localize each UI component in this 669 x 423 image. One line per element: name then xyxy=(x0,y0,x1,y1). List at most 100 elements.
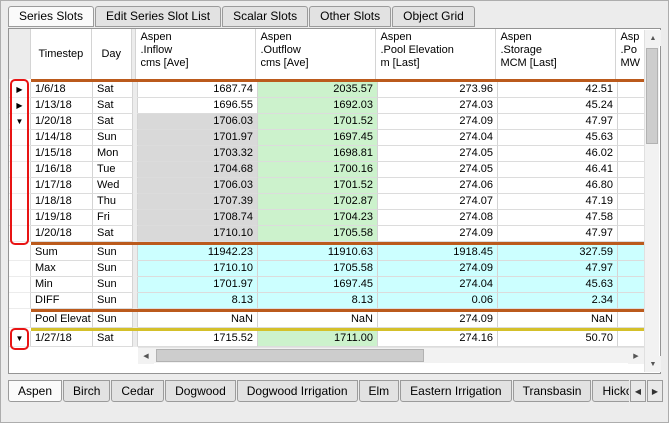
timestep-cell[interactable]: Sum xyxy=(31,245,93,261)
value-cell[interactable]: 273.96 xyxy=(378,82,498,98)
row-expand-arrow[interactable]: ▶ xyxy=(9,82,31,98)
value-cell[interactable]: 8.13 xyxy=(258,293,378,309)
value-cell[interactable]: 47.97 xyxy=(498,114,618,130)
tab-edit-series-slot-list[interactable]: Edit Series Slot List xyxy=(95,6,221,27)
value-cell[interactable]: NaN xyxy=(498,312,618,328)
value-cell[interactable]: 45.63 xyxy=(498,277,618,293)
value-cell[interactable]: 1707.39 xyxy=(138,194,258,210)
value-cell[interactable]: 274.09 xyxy=(378,312,498,328)
value-cell[interactable]: 8.13 xyxy=(138,293,258,309)
timestep-cell[interactable]: 1/18/18 xyxy=(31,194,93,210)
value-cell[interactable]: 1697.45 xyxy=(258,277,378,293)
value-cell[interactable]: 11942.23 xyxy=(138,245,258,261)
value-cell[interactable]: 11910.63 xyxy=(258,245,378,261)
object-tab-birch[interactable]: Birch xyxy=(63,380,110,402)
day-cell[interactable]: Sun xyxy=(93,245,133,261)
value-cell[interactable]: 1703.32 xyxy=(138,146,258,162)
value-cell[interactable]: 1704.23 xyxy=(258,210,378,226)
value-cell[interactable]: 47.97 xyxy=(498,261,618,277)
object-tab-cedar[interactable]: Cedar xyxy=(111,380,164,402)
timestep-cell[interactable]: 1/17/18 xyxy=(31,178,93,194)
object-tab-eastern-irrigation[interactable]: Eastern Irrigation xyxy=(400,380,511,402)
timestep-cell[interactable]: Pool Elevat xyxy=(31,312,93,328)
object-tab-elm[interactable]: Elm xyxy=(359,380,400,402)
value-cell[interactable]: 1701.97 xyxy=(138,130,258,146)
timestep-cell[interactable]: 1/14/18 xyxy=(31,130,93,146)
value-cell[interactable]: 1710.10 xyxy=(138,226,258,242)
object-tab-aspen[interactable]: Aspen xyxy=(8,380,62,402)
value-cell[interactable]: 2.34 xyxy=(498,293,618,309)
day-cell[interactable]: Tue xyxy=(93,162,133,178)
value-cell[interactable]: 274.04 xyxy=(378,277,498,293)
value-cell[interactable]: 274.09 xyxy=(378,114,498,130)
value-cell[interactable]: NaN xyxy=(258,312,378,328)
value-cell[interactable]: 1697.45 xyxy=(258,130,378,146)
day-cell[interactable]: Fri xyxy=(93,210,133,226)
value-cell[interactable]: 1692.03 xyxy=(258,98,378,114)
tab-scroll-right-button[interactable]: ▶ xyxy=(647,380,663,402)
object-tab-dogwood[interactable]: Dogwood xyxy=(165,380,236,402)
row-expand-arrow[interactable]: ▼ xyxy=(9,331,31,347)
value-cell[interactable]: 47.97 xyxy=(498,226,618,242)
value-cell[interactable]: 1705.58 xyxy=(258,226,378,242)
value-cell[interactable]: 1700.16 xyxy=(258,162,378,178)
value-cell[interactable]: 47.19 xyxy=(498,194,618,210)
day-cell[interactable]: Sat xyxy=(93,98,133,114)
value-cell[interactable]: 1701.52 xyxy=(258,114,378,130)
day-cell[interactable]: Sat xyxy=(93,331,133,347)
value-cell[interactable]: 274.09 xyxy=(378,226,498,242)
vertical-scroll-thumb[interactable] xyxy=(646,48,658,144)
value-cell[interactable]: 45.63 xyxy=(498,130,618,146)
value-cell[interactable]: 1702.87 xyxy=(258,194,378,210)
value-cell[interactable]: 274.05 xyxy=(378,162,498,178)
value-cell[interactable]: 1704.68 xyxy=(138,162,258,178)
vertical-scrollbar[interactable]: ▲ ▼ xyxy=(644,30,659,372)
value-cell[interactable]: 2035.57 xyxy=(258,82,378,98)
value-cell[interactable]: 0.06 xyxy=(378,293,498,309)
tab-object-grid[interactable]: Object Grid xyxy=(392,6,475,27)
column-header-2[interactable]: Aspen.Pool Elevationm [Last] xyxy=(376,29,496,79)
tab-scalar-slots[interactable]: Scalar Slots xyxy=(222,6,308,27)
value-cell[interactable]: 1701.97 xyxy=(138,277,258,293)
day-cell[interactable]: Wed xyxy=(93,178,133,194)
value-cell[interactable]: 274.03 xyxy=(378,98,498,114)
timestep-cell[interactable]: 1/19/18 xyxy=(31,210,93,226)
value-cell[interactable]: 274.07 xyxy=(378,194,498,210)
timestep-cell[interactable]: 1/20/18 xyxy=(31,226,93,242)
value-cell[interactable]: 47.58 xyxy=(498,210,618,226)
value-cell[interactable]: 274.09 xyxy=(378,261,498,277)
value-cell[interactable]: 274.05 xyxy=(378,146,498,162)
scroll-left-icon[interactable]: ◀ xyxy=(138,348,154,364)
timestep-cell[interactable]: 1/15/18 xyxy=(31,146,93,162)
value-cell[interactable]: 274.06 xyxy=(378,178,498,194)
day-column-header[interactable]: Day xyxy=(92,29,132,79)
timestep-cell[interactable]: 1/27/18 xyxy=(31,331,93,347)
value-cell[interactable]: 1705.58 xyxy=(258,261,378,277)
horizontal-scrollbar[interactable]: ◀ ▶ xyxy=(138,347,644,363)
scroll-down-icon[interactable]: ▼ xyxy=(645,356,661,372)
value-cell[interactable]: 1708.74 xyxy=(138,210,258,226)
day-cell[interactable]: Sun xyxy=(93,293,133,309)
day-cell[interactable]: Thu xyxy=(93,194,133,210)
column-header-4[interactable]: Asp.PoMW xyxy=(616,29,644,79)
value-cell[interactable]: 1706.03 xyxy=(138,114,258,130)
day-cell[interactable]: Sun xyxy=(93,261,133,277)
timestep-column-header[interactable]: Timestep xyxy=(31,29,92,79)
value-cell[interactable]: 1687.74 xyxy=(138,82,258,98)
value-cell[interactable]: 50.70 xyxy=(498,331,618,347)
timestep-cell[interactable]: Min xyxy=(31,277,93,293)
column-header-1[interactable]: Aspen.Outflowcms [Ave] xyxy=(256,29,376,79)
value-cell[interactable]: 1696.55 xyxy=(138,98,258,114)
value-cell[interactable]: 327.59 xyxy=(498,245,618,261)
value-cell[interactable]: 1711.00 xyxy=(258,331,378,347)
tab-scroll-left-button[interactable]: ◀ xyxy=(630,380,646,402)
value-cell[interactable]: 1698.81 xyxy=(258,146,378,162)
value-cell[interactable]: 46.41 xyxy=(498,162,618,178)
day-cell[interactable]: Mon xyxy=(93,146,133,162)
day-cell[interactable]: Sat xyxy=(93,114,133,130)
object-tab-dogwood-irrigation[interactable]: Dogwood Irrigation xyxy=(237,380,358,402)
value-cell[interactable]: 274.04 xyxy=(378,130,498,146)
scroll-right-icon[interactable]: ▶ xyxy=(628,348,644,364)
day-cell[interactable]: Sat xyxy=(93,226,133,242)
column-header-0[interactable]: Aspen.Inflowcms [Ave] xyxy=(136,29,256,79)
